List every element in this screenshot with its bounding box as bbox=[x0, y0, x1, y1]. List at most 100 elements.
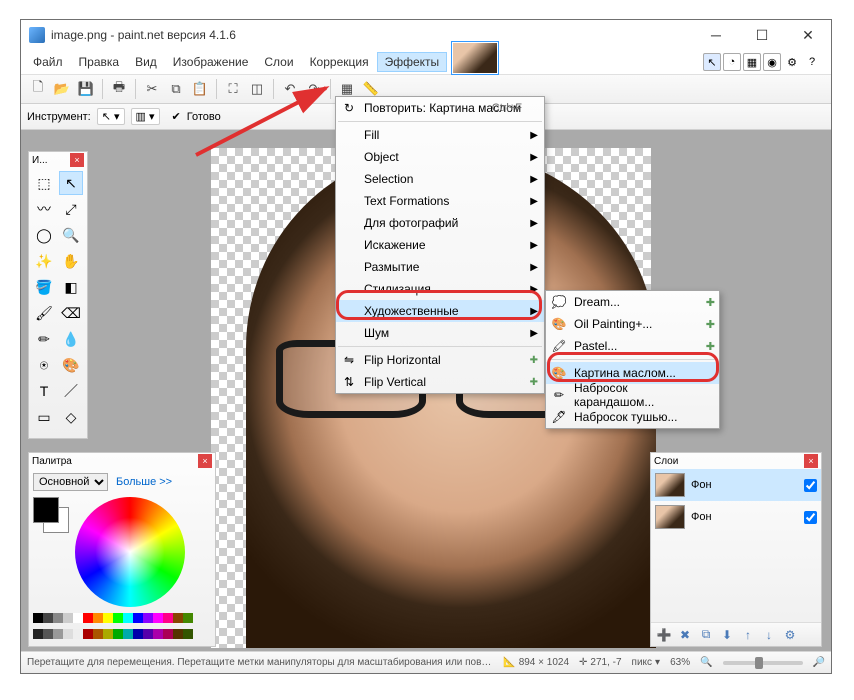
layer-duplicate-icon[interactable]: ⧉ bbox=[697, 626, 715, 644]
color-swatch[interactable] bbox=[33, 497, 69, 533]
settings-icon[interactable]: ⚙ bbox=[783, 53, 801, 71]
checkmark-icon: ✔ bbox=[172, 110, 181, 123]
menu-layers[interactable]: Слои bbox=[256, 52, 301, 72]
layer-props-icon[interactable]: ⚙ bbox=[781, 626, 799, 644]
layers-toggle-icon[interactable]: ▦ bbox=[743, 53, 761, 71]
tool-lasso[interactable]: 〰 bbox=[32, 197, 56, 221]
oil-icon: 🎨 bbox=[551, 316, 567, 332]
layers-panel-close[interactable]: × bbox=[804, 454, 818, 468]
tool-picker[interactable]: 💧 bbox=[59, 327, 83, 351]
effects-noise[interactable]: Шум▶ bbox=[336, 322, 544, 344]
zoom-slider[interactable] bbox=[723, 661, 803, 665]
effects-selection[interactable]: Selection▶ bbox=[336, 168, 544, 190]
color-wheel[interactable] bbox=[75, 497, 185, 607]
tool-clone[interactable]: ⍟ bbox=[32, 353, 56, 377]
minimize-button[interactable]: ─ bbox=[693, 20, 739, 50]
effects-distort[interactable]: Искажение▶ bbox=[336, 234, 544, 256]
effects-photos[interactable]: Для фотографий▶ bbox=[336, 212, 544, 234]
cut-icon[interactable]: ✂ bbox=[141, 78, 163, 100]
effects-flip-v[interactable]: ⇅Flip Vertical✚ bbox=[336, 371, 544, 393]
menu-view[interactable]: Вид bbox=[127, 52, 165, 72]
effects-repeat[interactable]: ↻ Повторить: Картина маслом Ctrl+F bbox=[336, 97, 544, 119]
artistic-pencil-sketch[interactable]: ✏Набросок карандашом... bbox=[546, 384, 719, 406]
tools-toggle-icon[interactable]: ↖ bbox=[703, 53, 721, 71]
layer-row[interactable]: Фон bbox=[651, 469, 821, 501]
artistic-pastel[interactable]: 🖍Pastel...✚ bbox=[546, 335, 719, 357]
layer-delete-icon[interactable]: ✖ bbox=[676, 626, 694, 644]
layer-down-icon[interactable]: ↓ bbox=[760, 626, 778, 644]
layer-visible-checkbox[interactable] bbox=[804, 479, 817, 492]
tool-gradient[interactable]: ◧ bbox=[59, 275, 83, 299]
palette-dropdown[interactable]: Основной bbox=[33, 473, 108, 491]
tool-text[interactable]: T bbox=[32, 379, 56, 403]
palette-swatches[interactable] bbox=[33, 613, 211, 623]
tools-panel-close[interactable]: × bbox=[70, 153, 84, 167]
layer-add-icon[interactable]: ➕ bbox=[655, 626, 673, 644]
tool-brush[interactable]: 🖌 bbox=[32, 301, 56, 325]
layer-visible-checkbox[interactable] bbox=[804, 511, 817, 524]
layers-toolbar: ➕ ✖ ⧉ ⬇ ↑ ↓ ⚙ bbox=[651, 622, 821, 646]
maximize-button[interactable]: ☐ bbox=[739, 20, 785, 50]
tools-panel-title: И... bbox=[32, 155, 48, 166]
status-units[interactable]: пикс ▾ bbox=[632, 657, 661, 668]
help-icon[interactable]: ? bbox=[803, 53, 821, 71]
artistic-ink-sketch[interactable]: 🖋Набросок тушью... bbox=[546, 406, 719, 428]
artistic-oil-plus[interactable]: 🎨Oil Painting+...✚ bbox=[546, 313, 719, 335]
zoom-out-icon[interactable]: 🔍 bbox=[700, 657, 712, 668]
effects-blur[interactable]: Размытие▶ bbox=[336, 256, 544, 278]
effects-artistic[interactable]: Художественные▶ bbox=[336, 300, 544, 322]
tools-panel: И... × ⬚ ↖ 〰 ⤢ ◯ 🔍 ✨ ✋ 🪣 ◧ 🖌 ⌫ ✏ 💧 ⍟ 🎨 T… bbox=[28, 151, 88, 439]
tool-rect-select[interactable]: ⬚ bbox=[32, 171, 56, 195]
open-icon[interactable]: 📂 bbox=[51, 78, 73, 100]
tool-move-selection[interactable]: ⤢ bbox=[59, 197, 83, 221]
effects-object[interactable]: Object▶ bbox=[336, 146, 544, 168]
copy-icon[interactable]: ⧉ bbox=[165, 78, 187, 100]
menu-effects[interactable]: Эффекты bbox=[377, 52, 448, 72]
layer-row[interactable]: Фон bbox=[651, 501, 821, 533]
tool-shapes[interactable]: ◇ bbox=[59, 405, 83, 429]
tool-selector[interactable]: ↖ ▾ bbox=[97, 108, 125, 125]
tool-line[interactable]: ／ bbox=[59, 379, 83, 403]
print-icon[interactable]: 🖶 bbox=[108, 78, 130, 100]
tool-recolor[interactable]: 🎨 bbox=[59, 353, 83, 377]
effects-fill[interactable]: Fill▶ bbox=[336, 124, 544, 146]
document-thumbnail[interactable] bbox=[451, 41, 499, 75]
palette-more-link[interactable]: Больше >> bbox=[116, 476, 172, 488]
palette-panel-close[interactable]: × bbox=[198, 454, 212, 468]
tool-option[interactable]: ▥ ▾ bbox=[131, 108, 160, 125]
tool-pencil[interactable]: ✏ bbox=[32, 327, 56, 351]
tool-magic-wand[interactable]: ✨ bbox=[32, 249, 56, 273]
layer-merge-icon[interactable]: ⬇ bbox=[718, 626, 736, 644]
layer-thumb bbox=[655, 473, 685, 497]
effects-flip-h[interactable]: ⇋Flip Horizontal✚ bbox=[336, 349, 544, 371]
colors-toggle-icon[interactable]: ◉ bbox=[763, 53, 781, 71]
layers-panel: Слои × Фон Фон ➕ ✖ ⧉ ⬇ ↑ ↓ ⚙ bbox=[650, 452, 822, 647]
palette-swatches-2[interactable] bbox=[33, 629, 211, 639]
status-zoom[interactable]: 63% bbox=[670, 657, 690, 668]
history-toggle-icon[interactable]: ◔ bbox=[723, 53, 741, 71]
dream-icon: 💭 bbox=[551, 294, 567, 310]
close-button[interactable]: ✕ bbox=[785, 20, 831, 50]
save-icon[interactable]: 💾 bbox=[75, 78, 97, 100]
flip-h-icon: ⇋ bbox=[341, 352, 357, 368]
tool-rect[interactable]: ▭ bbox=[32, 405, 56, 429]
menu-image[interactable]: Изображение bbox=[165, 52, 257, 72]
tool-ellipse-select[interactable]: ◯ bbox=[32, 223, 56, 247]
tool-fill[interactable]: 🪣 bbox=[32, 275, 56, 299]
tool-pan[interactable]: ✋ bbox=[59, 249, 83, 273]
zoom-in-icon[interactable]: 🔎 bbox=[813, 657, 825, 668]
layer-up-icon[interactable]: ↑ bbox=[739, 626, 757, 644]
menu-edit[interactable]: Правка bbox=[71, 52, 128, 72]
tool-eraser[interactable]: ⌫ bbox=[59, 301, 83, 325]
tool-move[interactable]: ↖ bbox=[59, 171, 83, 195]
menubar: Файл Правка Вид Изображение Слои Коррекц… bbox=[21, 50, 831, 74]
menu-adjustments[interactable]: Коррекция bbox=[302, 52, 377, 72]
ink-icon: 🖋 bbox=[551, 409, 567, 425]
tool-zoom[interactable]: 🔍 bbox=[59, 223, 83, 247]
new-icon[interactable]: 🗋 bbox=[27, 78, 49, 100]
menu-file[interactable]: Файл bbox=[25, 52, 71, 72]
artistic-dream[interactable]: 💭Dream...✚ bbox=[546, 291, 719, 313]
effects-stylize[interactable]: Стилизация▶ bbox=[336, 278, 544, 300]
effects-text-formations[interactable]: Text Formations▶ bbox=[336, 190, 544, 212]
pencil-icon: ✏ bbox=[551, 387, 567, 403]
